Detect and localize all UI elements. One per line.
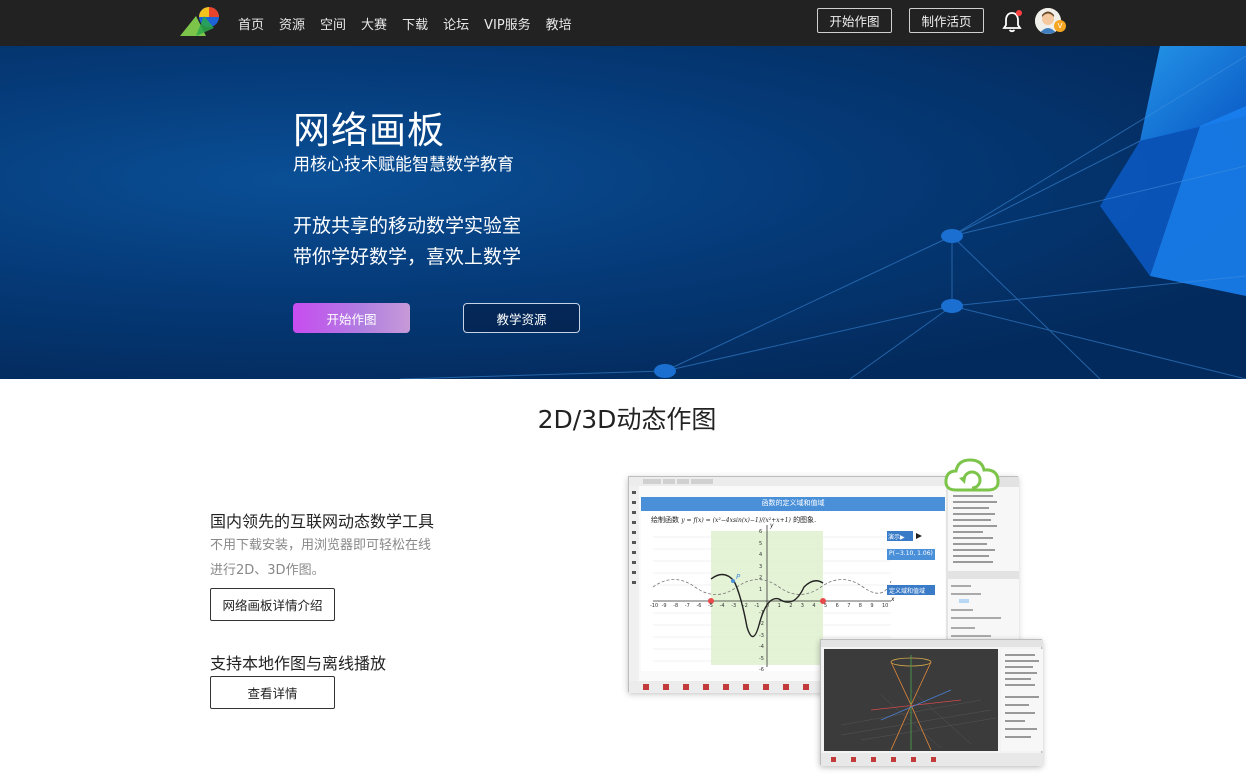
app-x-tick-label: -10 <box>650 603 659 609</box>
hero-subtitle: 用核心技术赋能智慧数学教育 <box>293 155 514 175</box>
app-x-tick-label: 2 <box>789 603 793 609</box>
app-formula-prefix: 绘制函数 <box>651 516 679 524</box>
app-demo-button: 演示▶ <box>888 534 905 541</box>
app-x-tick-label: -8 <box>673 603 679 609</box>
app-x-tick-label: 5 <box>824 603 828 609</box>
app-y-tick-label: 4 <box>759 552 763 558</box>
app-preview-3d <box>820 639 1043 766</box>
app-x-tick-label: -2 <box>742 603 748 609</box>
board-details-button[interactable]: 网络画板详情介绍 <box>210 588 335 621</box>
app-y-tick-label: -1 <box>759 609 764 616</box>
hero-start-drawing-button[interactable]: 开始作图 <box>293 303 410 333</box>
app-preview-3d-graphic <box>821 640 1043 766</box>
app-y-tick-label: -5 <box>759 655 764 662</box>
hero-teaching-resources-button[interactable]: 教学资源 <box>463 303 580 333</box>
app-y-tick-label: 3 <box>759 563 763 570</box>
app-x-tick-label: 3 <box>800 603 804 609</box>
app-x-tick-label: -9 <box>661 603 667 609</box>
app-x-tick-label: 10 <box>882 603 889 609</box>
app-x-tick-label: 4 <box>812 603 816 609</box>
app-axis-x-label: x <box>891 596 895 603</box>
nav-start-drawing-button[interactable]: 开始作图 <box>817 8 892 33</box>
app-point-label: P(−3.10, 1.06) <box>889 550 933 557</box>
feature-1-description-line-1: 不用下载安装，用浏览器即可轻松在线 <box>210 538 432 553</box>
app-y-tick-label: -6 <box>759 667 764 673</box>
app-formula-expression: y = f(x) = (x²−4xsin(x)−1)/(x²+x+1) <box>681 517 791 524</box>
hero-tagline-2: 带你学好数学，喜欢上数学 <box>293 246 522 268</box>
network-background-graphic <box>399 46 1246 379</box>
nav-link-training[interactable]: 教培 <box>546 14 572 33</box>
app-x-tick-label: -3 <box>731 603 737 609</box>
app-y-tick-label: -2 <box>759 621 764 627</box>
app-banner-title: 函数的定义域和值域 <box>761 499 825 507</box>
app-y-tick-label: 6 <box>759 529 763 535</box>
app-x-tick-label: 8 <box>858 603 862 609</box>
vip-badge: V <box>1054 20 1066 32</box>
app-x-tick-label: 9 <box>870 603 874 609</box>
feature-1-description-line-2: 进行2D、3D作图。 <box>210 563 325 578</box>
nav-link-vip[interactable]: VIP服务 <box>484 14 531 33</box>
app-formula: 绘制函数 y = f(x) = (x²−4xsin(x)−1)/(x²+x+1)… <box>651 515 816 525</box>
nav-link-contest[interactable]: 大赛 <box>361 14 387 33</box>
app-x-tick-label: -7 <box>684 603 690 609</box>
app-x-tick-label: -6 <box>696 603 702 609</box>
nav-links: 首页 资源 空间 大赛 下载 论坛 VIP服务 教培 <box>238 0 587 46</box>
app-point-name: P <box>736 573 741 581</box>
cloud-sync-icon <box>944 458 1000 492</box>
nav-link-home[interactable]: 首页 <box>238 14 264 33</box>
app-y-tick-label: -3 <box>759 632 764 639</box>
feature-2-title: 支持本地作图与离线播放 <box>210 654 387 673</box>
app-formula-suffix: 的图象. <box>793 516 817 524</box>
app-x-tick-label: -4 <box>719 603 725 609</box>
nav-make-page-button[interactable]: 制作活页 <box>909 8 984 33</box>
app-y-tick-label: 2 <box>759 575 763 581</box>
app-x-tick-label: -1 <box>754 603 760 609</box>
notification-dot <box>1016 10 1022 16</box>
nav-link-resources[interactable]: 资源 <box>279 14 305 33</box>
hero-tagline-1: 开放共享的移动数学实验室 <box>293 215 522 237</box>
logo-icon[interactable] <box>176 4 222 38</box>
top-nav: 首页 资源 空间 大赛 下载 论坛 VIP服务 教培 开始作图 制作活页 V <box>0 0 1246 46</box>
nav-link-space[interactable]: 空间 <box>320 14 346 33</box>
section-title: 2D/3D动态作图 <box>537 405 717 434</box>
view-details-button[interactable]: 查看详情 <box>210 676 335 709</box>
feature-1-title: 国内领先的互联网动态数学工具 <box>210 512 435 531</box>
app-axis-y-label: y <box>770 522 774 529</box>
app-x-tick-label: -5 <box>708 603 713 609</box>
app-domain-range-button: 定义域和值域 <box>889 588 926 595</box>
app-x-tick-label: 6 <box>835 603 839 609</box>
app-x-tick-label: 0 <box>766 603 770 609</box>
hero-title: 网络画板 <box>293 109 445 152</box>
app-x-tick-label: 1 <box>777 603 781 609</box>
app-y-tick-label: 5 <box>759 540 763 547</box>
hero-banner: 网络画板 用核心技术赋能智慧数学教育 开放共享的移动数学实验室 带你学好数学，喜… <box>0 46 1246 379</box>
app-x-tick-label: 7 <box>847 603 851 609</box>
nav-link-download[interactable]: 下载 <box>402 14 428 33</box>
nav-link-forum[interactable]: 论坛 <box>443 14 469 33</box>
app-y-tick-label: -4 <box>759 644 764 650</box>
app-y-tick-label: 1 <box>759 586 763 593</box>
